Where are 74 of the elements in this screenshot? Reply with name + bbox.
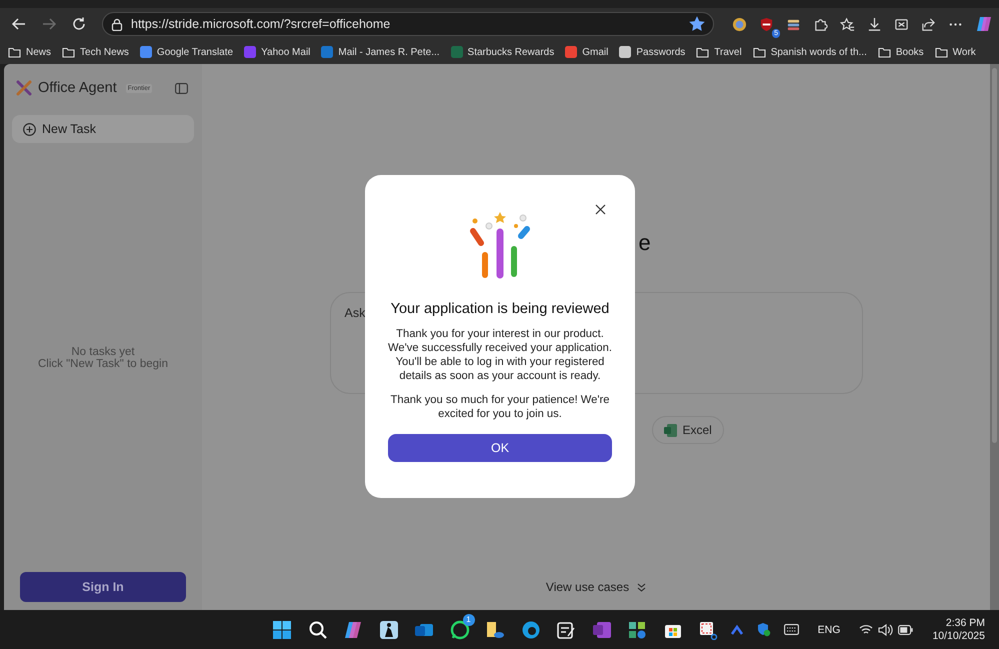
spreadsheet-icon <box>664 424 676 436</box>
bookmark-item[interactable]: Tech News <box>62 46 129 58</box>
app-chip[interactable]: Excel <box>652 416 724 444</box>
bookmark-item[interactable]: Yahoo Mail <box>244 46 310 58</box>
ok-button[interactable]: OK <box>388 434 612 462</box>
bookmark-item[interactable]: News <box>8 46 52 58</box>
bookmark-item[interactable]: Spanish words of th... <box>752 46 867 58</box>
share-icon[interactable] <box>921 16 936 32</box>
back-arrow-icon <box>11 16 27 32</box>
copilot-app-icon[interactable] <box>343 620 363 640</box>
chevron-up-icon[interactable] <box>730 624 744 636</box>
dialog-title: Your application is being reviewed <box>390 301 610 317</box>
bookmark-item[interactable]: Travel <box>696 46 742 58</box>
folder-icon <box>8 46 21 58</box>
folder-icon <box>934 46 948 58</box>
folder-icon <box>752 46 766 58</box>
new-task-button[interactable]: New Task <box>12 115 194 143</box>
sign-in-button[interactable]: Sign In <box>20 572 186 602</box>
bookmark-item[interactable]: Google Translate <box>140 46 234 58</box>
keyboard-icon[interactable] <box>784 624 799 635</box>
page-heading: e <box>638 234 651 252</box>
bookmark-item[interactable]: Work <box>934 46 976 58</box>
app-name: Office Agent <box>38 80 117 96</box>
bookmark-item[interactable]: Starbucks Rewards <box>450 46 554 58</box>
close-icon[interactable] <box>595 204 606 215</box>
folder-icon <box>62 46 76 58</box>
refresh-icon <box>71 16 87 32</box>
snipping-icon[interactable] <box>698 620 718 640</box>
notification-badge: 1 <box>462 614 474 626</box>
globe-icon[interactable] <box>732 16 747 32</box>
search-icon[interactable] <box>308 620 328 640</box>
folder-icon <box>878 46 891 58</box>
bookmark-item[interactable]: Mail - James R. Pete... <box>321 46 440 58</box>
favorite-star-icon[interactable] <box>689 16 705 32</box>
plus-circle-icon <box>23 122 36 136</box>
bookmark-item[interactable]: Passwords <box>619 46 686 58</box>
copilot-icon[interactable] <box>975 15 993 33</box>
view-use-cases-link[interactable]: View use cases <box>540 579 652 595</box>
double-chevron-icon <box>637 582 646 592</box>
dialog-message: Thank you so much for your patience! We're excited for you to join us. <box>390 393 610 421</box>
speaker-icon[interactable] <box>878 624 894 636</box>
url-text: https://stride.microsoft.com/?srcref=officehome <box>131 17 392 31</box>
empty-title: No tasks yet <box>71 346 135 358</box>
bookmark-item[interactable]: Books <box>878 46 924 58</box>
battery-icon[interactable] <box>898 624 914 634</box>
address-bar[interactable]: https://stride.microsoft.com/?srcref=officehome <box>102 12 714 36</box>
wifi-icon[interactable] <box>859 624 874 635</box>
reader-icon[interactable] <box>378 620 398 640</box>
clock-time[interactable]: 2:36 PM <box>946 616 985 630</box>
empty-hint: Click "New Task" to begin <box>38 358 168 370</box>
prompt-placeholder: Ask <box>344 306 366 320</box>
favorites-icon[interactable] <box>840 16 855 32</box>
folder-icon <box>696 46 710 58</box>
dialog-message: Thank you for your interest in our product. We've successfully received your application. You'll be able to log in with your registered details as soon as your account is ready. <box>387 327 613 383</box>
screenshot-icon[interactable] <box>894 16 909 32</box>
bookmark-item[interactable]: Gmail <box>565 46 608 58</box>
start-icon[interactable] <box>272 620 292 640</box>
tiles-app-icon[interactable] <box>627 620 647 640</box>
forward-arrow-icon <box>41 16 57 32</box>
sidebar-toggle-icon[interactable] <box>175 82 188 94</box>
language-indicator[interactable]: ENG <box>818 624 840 636</box>
puzzle-icon[interactable] <box>813 16 828 32</box>
browser-icon[interactable] <box>520 620 540 640</box>
lock-icon <box>111 18 123 30</box>
download-icon[interactable] <box>867 16 882 32</box>
logo-icon <box>16 80 32 96</box>
notepad-icon[interactable] <box>556 620 576 640</box>
celebration-drawing <box>467 211 533 281</box>
shield-icon[interactable] <box>756 622 771 637</box>
clock-date[interactable]: 10/10/2025 <box>932 630 985 642</box>
shield-extension-icon[interactable] <box>759 16 774 32</box>
folder-cloud-icon[interactable] <box>485 620 505 640</box>
scrollbar[interactable] <box>990 64 999 610</box>
notes-app-icon[interactable] <box>592 620 612 640</box>
